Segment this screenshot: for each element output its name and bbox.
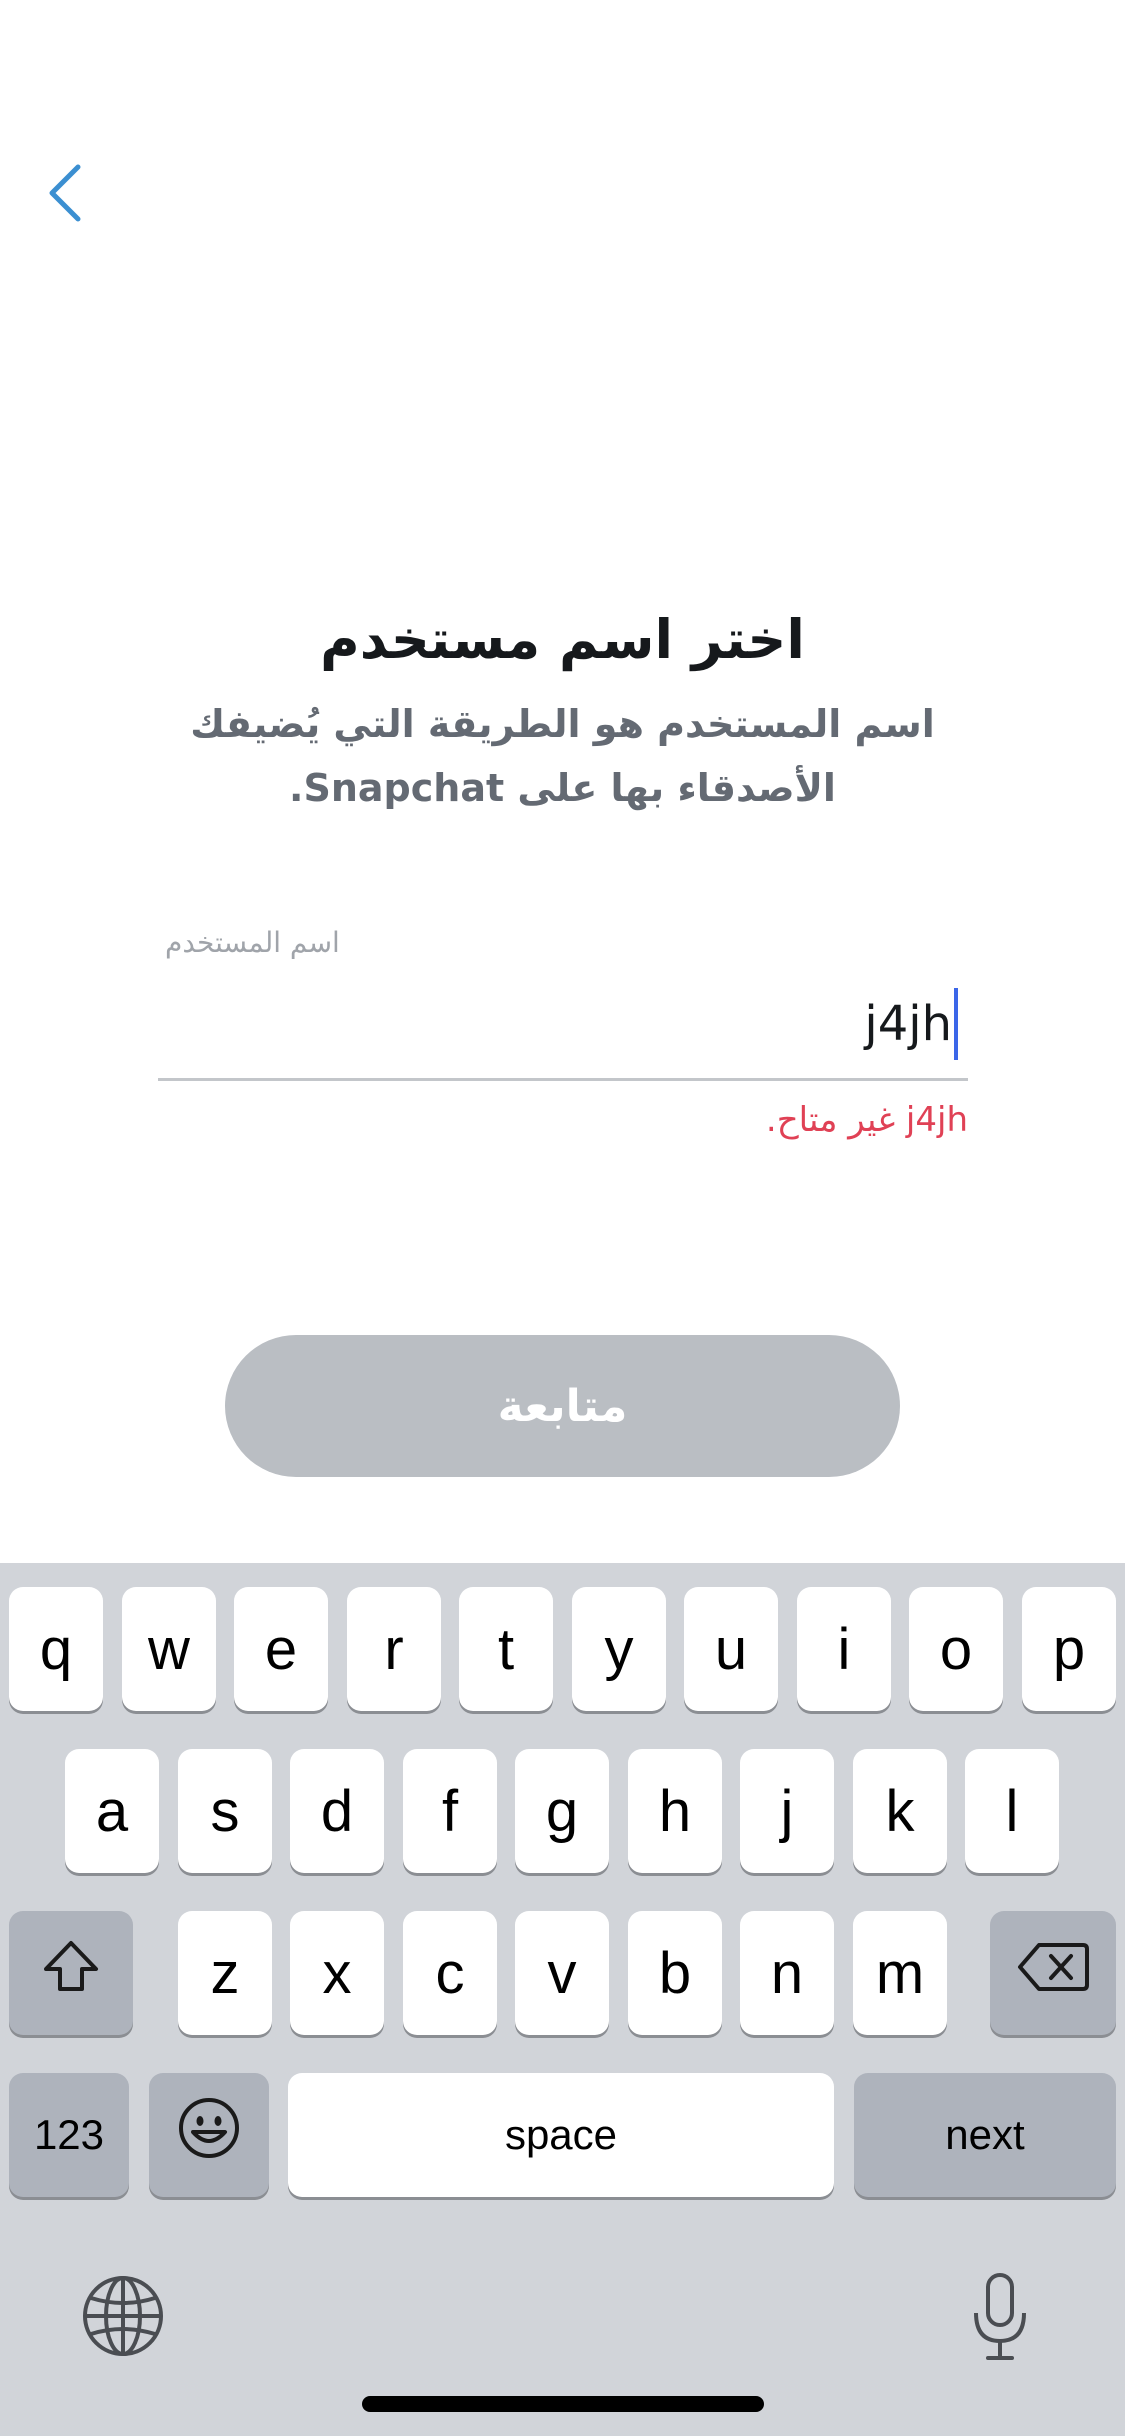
username-error-message: j4jh غير متاح. bbox=[765, 1100, 968, 1140]
key-p[interactable]: p bbox=[1022, 1587, 1116, 1711]
key-d[interactable]: d bbox=[290, 1749, 384, 1873]
key-g[interactable]: g bbox=[515, 1749, 609, 1873]
microphone-icon bbox=[970, 2271, 1030, 2367]
key-i[interactable]: i bbox=[797, 1587, 891, 1711]
key-j[interactable]: j bbox=[740, 1749, 834, 1873]
delete-icon bbox=[1017, 1940, 1089, 2007]
key-o[interactable]: o bbox=[909, 1587, 1003, 1711]
key-u[interactable]: u bbox=[684, 1587, 778, 1711]
username-input-value-wrap: j4jh bbox=[864, 988, 958, 1060]
key-e[interactable]: e bbox=[234, 1587, 328, 1711]
home-indicator[interactable] bbox=[362, 2396, 764, 2412]
emoji-icon bbox=[177, 2096, 241, 2174]
key-q[interactable]: q bbox=[9, 1587, 103, 1711]
space-key[interactable]: space bbox=[288, 2073, 834, 2197]
dictation-button[interactable] bbox=[955, 2269, 1045, 2369]
key-v[interactable]: v bbox=[515, 1911, 609, 2035]
key-h[interactable]: h bbox=[628, 1749, 722, 1873]
continue-button[interactable]: متابعة bbox=[225, 1335, 900, 1477]
numbers-key[interactable]: 123 bbox=[9, 2073, 129, 2197]
key-k[interactable]: k bbox=[853, 1749, 947, 1873]
key-z[interactable]: z bbox=[178, 1911, 272, 2035]
key-s[interactable]: s bbox=[178, 1749, 272, 1873]
next-key[interactable]: next bbox=[854, 2073, 1116, 2197]
username-field-label: اسم المستخدم bbox=[165, 926, 340, 959]
key-a[interactable]: a bbox=[65, 1749, 159, 1873]
text-caret bbox=[954, 988, 958, 1060]
key-m[interactable]: m bbox=[853, 1911, 947, 2035]
page-subtitle: اسم المستخدم هو الطريقة التي يُضيفك الأص… bbox=[190, 702, 935, 810]
key-n[interactable]: n bbox=[740, 1911, 834, 2035]
username-input-value: j4jh bbox=[864, 996, 952, 1052]
shift-icon bbox=[41, 1938, 101, 2008]
key-c[interactable]: c bbox=[403, 1911, 497, 2035]
chevron-left-icon bbox=[48, 163, 82, 227]
key-r[interactable]: r bbox=[347, 1587, 441, 1711]
back-button[interactable] bbox=[40, 160, 90, 230]
key-f[interactable]: f bbox=[403, 1749, 497, 1873]
emoji-key[interactable] bbox=[149, 2073, 269, 2197]
page-title: اختر اسم مستخدم bbox=[320, 608, 805, 671]
delete-key[interactable] bbox=[990, 1911, 1116, 2035]
key-t[interactable]: t bbox=[459, 1587, 553, 1711]
username-screen: اختر اسم مستخدم اسم المستخدم هو الطريقة … bbox=[0, 0, 1125, 2436]
key-y[interactable]: y bbox=[572, 1587, 666, 1711]
key-w[interactable]: w bbox=[122, 1587, 216, 1711]
username-input[interactable]: j4jh bbox=[158, 960, 968, 1081]
shift-key[interactable] bbox=[9, 1911, 133, 2035]
globe-button[interactable] bbox=[78, 2273, 168, 2363]
key-b[interactable]: b bbox=[628, 1911, 722, 2035]
key-x[interactable]: x bbox=[290, 1911, 384, 2035]
globe-icon bbox=[81, 2274, 165, 2362]
keyboard: q w e r t y u i o p a s d f g h j k l z … bbox=[0, 1563, 1125, 2436]
key-l[interactable]: l bbox=[965, 1749, 1059, 1873]
